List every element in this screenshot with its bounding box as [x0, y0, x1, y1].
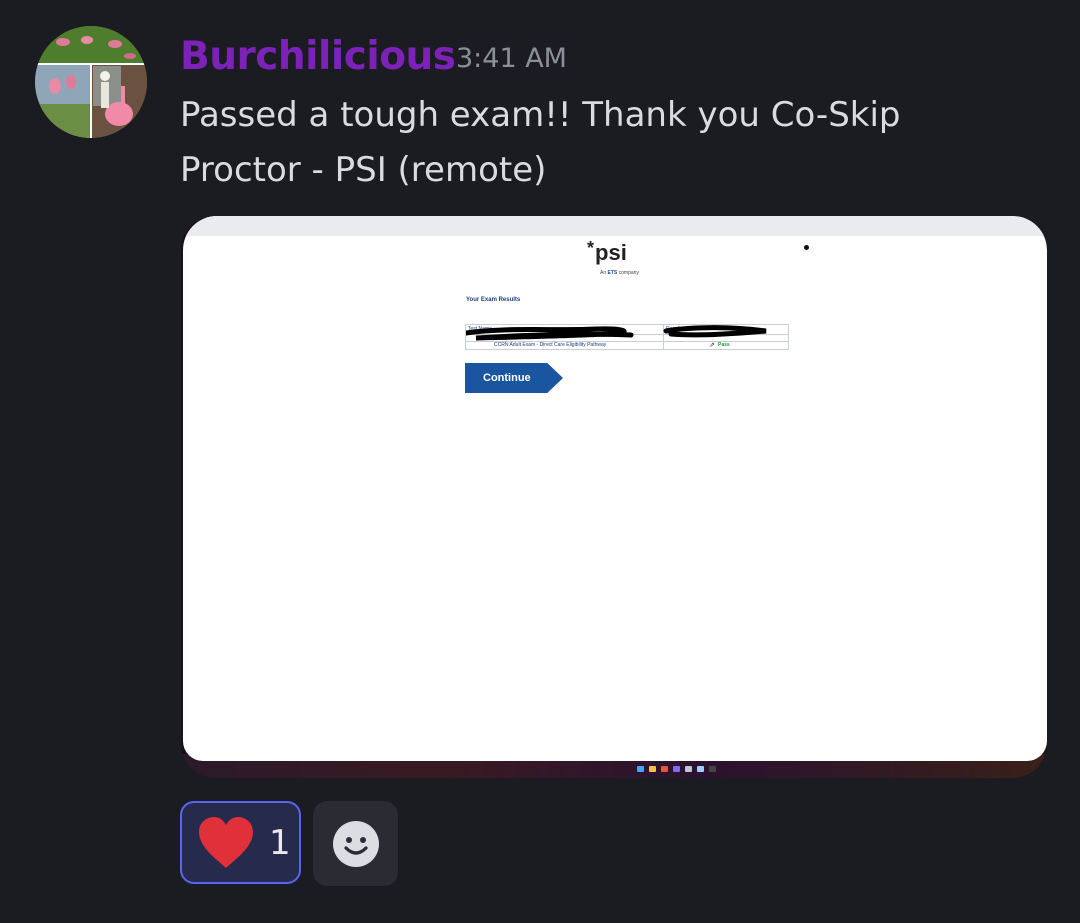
exam-results-screen: *psi An ETS company Your Exam Results Te…: [183, 216, 1047, 761]
reaction-heart[interactable]: 1: [180, 801, 301, 884]
add-reaction-button[interactable]: [313, 801, 398, 886]
psi-subtitle-brand: ETS: [607, 270, 618, 276]
results-table: Test Name Result CCRN Adult Exam - Direc…: [465, 324, 789, 350]
image-attachment[interactable]: *psi An ETS company Your Exam Results Te…: [181, 216, 1047, 778]
psi-logo: *psi: [587, 238, 627, 266]
heart-icon: [199, 816, 253, 868]
browser-bar: [183, 216, 1047, 236]
smiley-icon: [332, 820, 379, 867]
psi-subtitle-prefix: An: [600, 270, 607, 276]
psi-subtitle-suffix: company: [618, 270, 639, 276]
author-name[interactable]: Burchilicious: [180, 34, 456, 79]
reaction-count: 1: [269, 822, 291, 863]
taskbar-icons: [637, 766, 716, 772]
results-title: Your Exam Results: [466, 297, 521, 303]
message-timestamp: 3:41 AM: [456, 43, 567, 74]
psi-logo-text: psi: [595, 240, 627, 265]
avatar-image: [35, 26, 147, 138]
message-text: Passed a tough exam!! Thank you Co-Skip …: [180, 95, 901, 190]
redaction-scribble: [466, 325, 767, 341]
continue-button[interactable]: Continue: [465, 363, 563, 393]
avatar[interactable]: [35, 26, 147, 138]
psi-subtitle: An ETS company: [600, 270, 639, 276]
psi-star-icon: *: [587, 238, 595, 258]
screen-dot: [804, 245, 809, 250]
